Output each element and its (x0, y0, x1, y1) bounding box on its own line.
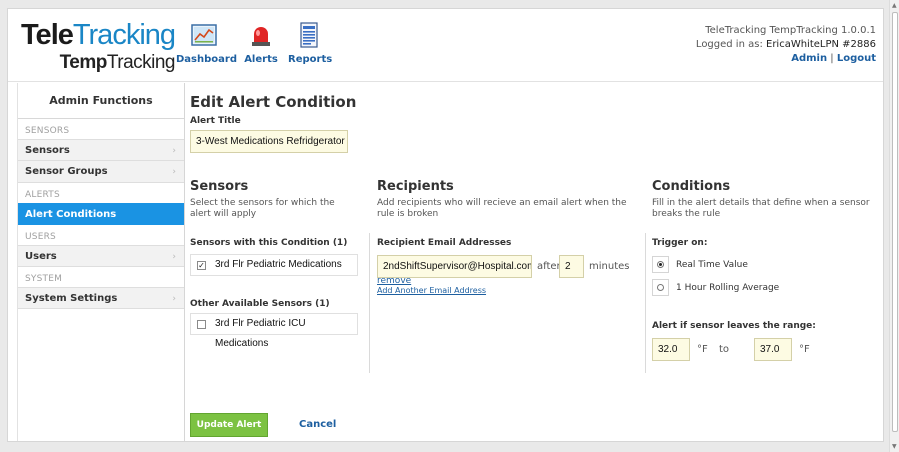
app-page: TeleTracking TempTracking Dashboard Aler… (7, 8, 884, 442)
logout-link[interactable]: Logout (837, 53, 876, 64)
range-min-input[interactable]: 32.0 (652, 338, 690, 361)
sensor-checkbox-checked[interactable]: ✓ (197, 261, 206, 270)
conditions-heading: Conditions (652, 179, 731, 194)
recipients-heading: Recipients (377, 179, 454, 194)
logo-sub-light: Tracking (106, 52, 176, 73)
main-content: Edit Alert Condition Alert Title 3-West … (190, 83, 880, 441)
chevron-right-icon: › (172, 167, 176, 177)
chevron-right-icon: › (172, 252, 176, 262)
cancel-link[interactable]: Cancel (299, 419, 336, 430)
sidebar-group-alerts: ALERTS (25, 190, 60, 200)
sidebar-group-system: SYSTEM (25, 274, 63, 284)
sidebar-item-users[interactable]: Users › (18, 245, 184, 267)
dashboard-chart-icon (191, 24, 217, 46)
sensors-with-condition-label: Sensors with this Condition (1) (190, 238, 348, 248)
sidebar-item-alert-conditions[interactable]: Alert Conditions (18, 203, 184, 225)
page-scrollbar[interactable]: ▲ ▼ (889, 0, 899, 452)
user-name: EricaWhiteLPN #2886 (766, 39, 876, 50)
add-email-link[interactable]: Add Another Email Address (377, 286, 486, 295)
radio-unselected-icon[interactable] (657, 284, 664, 291)
logo-suffix: Tracking (72, 19, 176, 51)
logo-prefix: Tele (21, 19, 74, 51)
sidebar-group-users: USERS (25, 232, 56, 242)
sidebar-title: Admin Functions (18, 83, 184, 119)
sidebar-item-sensors[interactable]: Sensors › (18, 139, 184, 161)
sensor-row-available[interactable]: 3rd Flr Pediatric ICU Medications (190, 313, 358, 349)
sidebar-group-sensors: SENSORS (25, 126, 70, 136)
after-label: after (537, 261, 561, 272)
sensors-description: Select the sensors for which the alert w… (190, 198, 335, 219)
recipients-description: Add recipients who will recieve an email… (377, 198, 627, 219)
to-label: to (719, 344, 730, 355)
update-alert-button[interactable]: Update Alert (190, 413, 268, 437)
trigger-label: Trigger on: (652, 238, 708, 248)
admin-link[interactable]: Admin (791, 53, 827, 64)
nav-reports[interactable]: Reports (288, 22, 332, 65)
column-divider (645, 233, 646, 373)
conditions-description: Fill in the alert details that define wh… (652, 198, 870, 219)
radio-selected-icon[interactable] (657, 261, 664, 268)
nav-dashboard[interactable]: Dashboard (176, 22, 237, 65)
column-divider (369, 233, 370, 373)
alarm-siren-icon (252, 27, 270, 46)
nav-alerts[interactable]: Alerts (244, 22, 278, 65)
minutes-input[interactable]: 2 (559, 255, 584, 278)
alert-title-label: Alert Title (190, 116, 241, 126)
sidebar-item-system-settings[interactable]: System Settings › (18, 287, 184, 309)
alert-title-input[interactable]: 3-West Medications Refridgerator (190, 130, 348, 153)
sidebar-item-sensor-groups[interactable]: Sensor Groups › (18, 161, 184, 183)
report-document-icon (300, 22, 318, 48)
recipient-email-input[interactable]: 2ndShiftSupervisor@Hospital.com (377, 255, 532, 278)
remove-email-link[interactable]: remove (377, 276, 411, 286)
user-info: TeleTracking TempTracking 1.0.0.1 Logged… (696, 24, 876, 66)
scroll-down-icon[interactable]: ▼ (892, 443, 897, 450)
chevron-right-icon: › (172, 146, 176, 156)
trigger-real-time-option[interactable]: Real Time Value (652, 256, 792, 276)
scroll-up-icon[interactable]: ▲ (892, 2, 897, 9)
sensors-heading: Sensors (190, 179, 249, 194)
sensor-row-assigned[interactable]: ✓ 3rd Flr Pediatric Medications (190, 254, 358, 276)
admin-sidebar: Admin Functions SENSORS Sensors › Sensor… (17, 83, 185, 441)
scrollbar-thumb[interactable] (892, 12, 898, 432)
chevron-right-icon: › (172, 294, 176, 304)
range-max-input[interactable]: 37.0 (754, 338, 792, 361)
unit-label-min: °F (697, 344, 708, 355)
unit-label-max: °F (799, 344, 810, 355)
logo-sub-bold: Temp (59, 52, 108, 73)
trigger-rolling-average-option[interactable]: 1 Hour Rolling Average (652, 279, 792, 299)
app-version: TeleTracking TempTracking 1.0.0.1 (705, 25, 876, 36)
sensor-name: 3rd Flr Pediatric ICU Medications (215, 318, 306, 349)
minutes-label: minutes (589, 261, 630, 272)
page-title: Edit Alert Condition (190, 93, 357, 111)
recipient-email-label: Recipient Email Addresses (377, 238, 512, 248)
range-label: Alert if sensor leaves the range: (652, 321, 816, 331)
logged-in-label: Logged in as: (695, 39, 763, 50)
sensor-checkbox-unchecked[interactable] (197, 320, 206, 329)
teletracking-logo: TeleTracking TempTracking (21, 19, 181, 73)
link-separator: | (830, 53, 834, 64)
header: TeleTracking TempTracking Dashboard Aler… (8, 9, 883, 82)
other-sensors-label: Other Available Sensors (1) (190, 299, 330, 309)
sensor-name: 3rd Flr Pediatric Medications (215, 259, 342, 270)
